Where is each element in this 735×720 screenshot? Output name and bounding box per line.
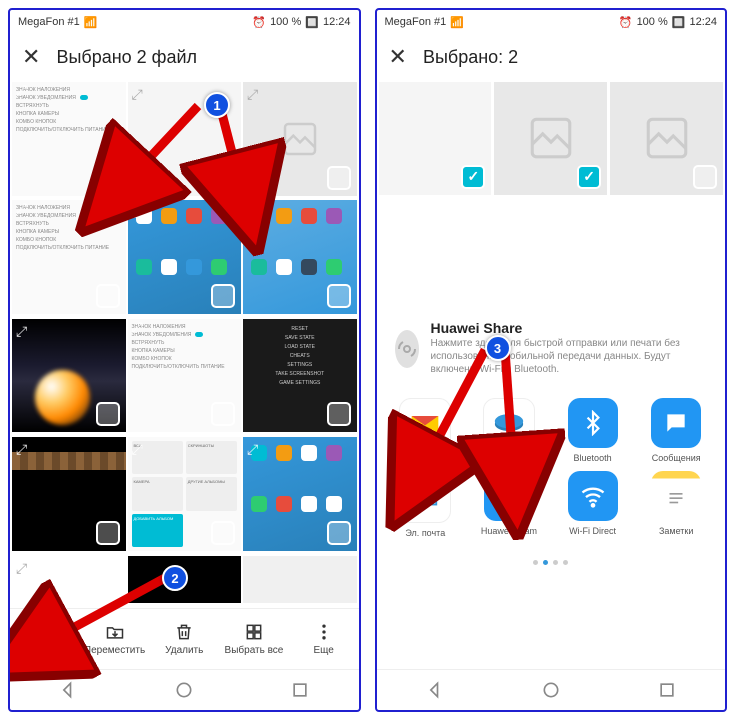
checkbox-icon[interactable] [211,402,235,426]
checkbox-icon[interactable] [96,402,120,426]
thumbnail[interactable] [610,82,723,195]
thumbnail[interactable]: ⤢ [12,319,126,433]
share-bluetooth[interactable]: Bluetooth [554,398,632,465]
time-label: 12:24 [689,16,717,28]
thumbnail[interactable]: ⤢ [128,200,242,314]
checkbox-icon[interactable] [327,284,351,308]
share-messages[interactable]: Сообщения [637,398,715,465]
time-label: 12:24 [323,16,351,28]
send-button[interactable]: Отправить [10,609,80,669]
checkbox-icon[interactable]: ✓ [211,166,235,190]
checkbox-icon[interactable] [96,521,120,545]
thumbnail[interactable]: ⤢ [243,200,357,314]
move-button[interactable]: Переместить [80,609,150,669]
page-title: Выбрано: 2 [423,47,518,68]
recent-icon[interactable] [657,680,677,700]
close-icon[interactable]: ✕ [22,44,40,70]
alarm-icon: ⏰ [252,16,266,29]
thumbnail[interactable] [243,556,357,603]
share-grid: Яндекс.Почта Яндекс.Диск Bluetooth Сообщ… [377,384,726,552]
thumbnail[interactable]: ⤢ [243,437,357,551]
expand-icon: ⤢ [132,204,143,221]
share-huawei-beam[interactable]: N Huawei Beam [470,471,548,538]
battery-label: 100 % [270,16,301,28]
huawei-share-icon [395,330,419,368]
more-button[interactable]: Еще [289,609,359,669]
signal-icon: 📶 [84,16,98,29]
expand-icon: ⤢ [16,441,27,458]
selected-thumbnails: ✓ ✓ [377,80,726,314]
share-email[interactable]: Эл. почта [387,471,465,538]
battery-icon: 🔲 [305,16,319,29]
checkbox-icon[interactable] [693,165,717,189]
close-icon[interactable]: ✕ [389,44,407,70]
huawei-share-row[interactable]: Huawei Share Нажмите здесь для быстрой о… [377,314,726,384]
header: ✕ Выбрано: 2 [377,34,726,80]
thumbnail[interactable]: ✓ [379,82,492,195]
expand-icon: ⤢ [16,204,27,212]
image-grid: ЗНАЧОК НАЛОЖЕНИЯ ЗНАЧОК УВЕДОМЛЕНИЯ ВСТР… [10,80,359,608]
share-yandex-disk[interactable]: Яндекс.Диск [470,398,548,465]
signal-icon: 📶 [450,16,464,29]
expand-icon: ⤢ [16,86,27,94]
battery-label: 100 % [637,16,668,28]
alarm-icon: ⏰ [619,16,633,29]
page-title: Выбрано 2 файл [56,47,197,68]
carrier-label: MegaFon #1 [385,16,447,28]
select-all-button[interactable]: Выбрать все [219,609,289,669]
carrier-label: MegaFon #1 [18,16,80,28]
huawei-share-title: Huawei Share [431,322,708,335]
checkbox-icon[interactable] [327,521,351,545]
thumbnail[interactable]: ⤢ [243,82,357,196]
status-bar: MegaFon #1 📶 ⏰ 100 % 🔲 12:24 [377,10,726,34]
battery-icon: 🔲 [672,16,686,29]
phone-gallery: MegaFon #1 📶 ⏰ 100 % 🔲 12:24 ✕ Выбрано 2 … [8,8,361,712]
expand-icon: ⤢ [132,323,143,331]
checkbox-icon[interactable] [327,402,351,426]
thumbnail[interactable]: ✓ [494,82,607,195]
expand-icon: ⤢ [16,560,27,577]
expand-icon: ⤢ [16,323,27,340]
thumbnail[interactable]: ВСЕ СКРИНШОТЫ КАМЕРА ДРУГИЕ АЛЬБОМЫ ДОБА… [128,437,242,551]
share-yandex-mail[interactable]: Яндекс.Почта [387,398,465,465]
home-icon[interactable] [541,680,561,700]
nav-bar [10,669,359,710]
checkbox-icon[interactable] [211,521,235,545]
expand-icon: ⤢ [132,86,143,103]
checkbox-icon[interactable]: ✓ [96,166,120,190]
status-bar: MegaFon #1 📶 ⏰ 100 % 🔲 12:24 [10,10,359,34]
thumbnail[interactable]: ⤢ [12,556,126,603]
share-notes[interactable]: Заметки [637,471,715,538]
back-icon[interactable] [58,680,78,700]
home-icon[interactable] [174,680,194,700]
expand-icon: ⤢ [247,86,258,103]
thumbnail[interactable]: RESET SAVE STATE LOAD STATE CHEATS SETTI… [243,319,357,433]
huawei-share-desc: Нажмите здесь для быстрой отправки или п… [431,338,680,375]
thumbnail[interactable]: ЗНАЧОК НАЛОЖЕНИЯ ЗНАЧОК УВЕДОМЛЕНИЯ ВСТР… [12,200,126,314]
recent-icon[interactable] [290,680,310,700]
bottom-toolbar: Отправить Переместить Удалить Выбрать вс… [10,608,359,669]
header: ✕ Выбрано 2 файл [10,34,359,80]
checkbox-icon[interactable] [327,166,351,190]
thumbnail[interactable] [128,556,242,603]
expand-icon: ⤢ [247,204,258,221]
thumbnail[interactable]: ЗНАЧОК НАЛОЖЕНИЯ ЗНАЧОК УВЕДОМЛЕНИЯ ВСТР… [128,319,242,433]
thumbnail[interactable]: ⤢ [12,437,126,551]
expand-icon: ⤢ [132,441,143,458]
checkbox-icon[interactable]: ✓ [461,165,485,189]
back-icon[interactable] [425,680,445,700]
thumbnail[interactable]: ⤢ ✓ [128,82,242,196]
nav-bar [377,669,726,710]
checkbox-icon[interactable]: ✓ [577,165,601,189]
page-dots [377,552,726,573]
delete-button[interactable]: Удалить [149,609,219,669]
expand-icon: ⤢ [247,441,258,458]
phone-share: MegaFon #1 📶 ⏰ 100 % 🔲 12:24 ✕ Выбрано: 2… [375,8,728,712]
share-wifi-direct[interactable]: Wi-Fi Direct [554,471,632,538]
checkbox-icon[interactable] [211,284,235,308]
thumbnail[interactable]: ЗНАЧОК НАЛОЖЕНИЯ ЗНАЧОК УВЕДОМЛЕНИЯ ВСТР… [12,82,126,196]
checkbox-icon[interactable] [96,284,120,308]
